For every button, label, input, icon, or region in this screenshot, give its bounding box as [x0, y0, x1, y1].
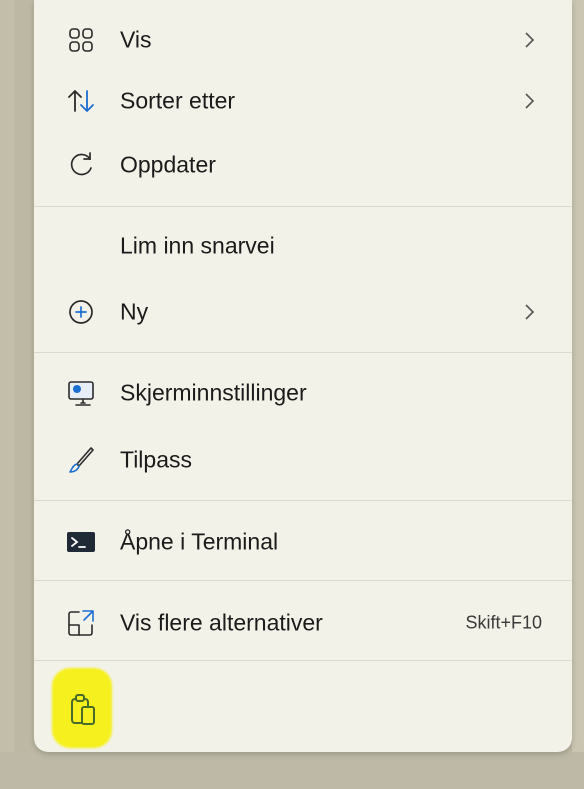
keyboard-shortcut: Skift+F10: [465, 612, 542, 633]
menu-item-label: Ny: [120, 298, 149, 325]
menu-item-label: Vis flere alternativer: [120, 609, 323, 636]
chevron-right-icon: [525, 304, 535, 320]
menu-item-label: Sorter etter: [120, 87, 236, 114]
menu-item-sorter-etter[interactable]: Sorter etter: [34, 75, 572, 127]
menu-item-label: Oppdater: [120, 151, 216, 178]
menu-item-lim-inn-snarvei[interactable]: Lim inn snarvei: [34, 220, 572, 272]
clipboard-paste-icon[interactable]: [64, 690, 104, 730]
chevron-right-icon: [525, 32, 535, 48]
menu-separator: [34, 352, 572, 353]
menu-item-vis-flere-alternativer[interactable]: Vis flere alternativer Skift+F10: [34, 597, 572, 649]
desktop-backdrop-right: [572, 0, 584, 789]
terminal-icon: [64, 525, 98, 559]
sort-arrows-icon: [64, 84, 98, 118]
menu-item-apne-i-terminal[interactable]: Åpne i Terminal: [34, 516, 572, 568]
menu-item-label: Skjerminnstillinger: [120, 379, 307, 406]
menu-item-vis[interactable]: Vis: [34, 14, 572, 66]
menu-separator: [34, 500, 572, 501]
menu-item-label: Vis: [120, 26, 152, 53]
chevron-right-icon: [525, 93, 535, 109]
desktop-backdrop-bottom: [0, 752, 584, 789]
display-settings-icon: [64, 376, 98, 410]
menu-item-label: Tilpass: [120, 446, 192, 473]
plus-circle-icon: [64, 295, 98, 329]
desktop-backdrop-left: [0, 0, 14, 789]
grid-view-icon: [64, 23, 98, 57]
menu-separator: [34, 206, 572, 207]
menu-item-skjerminnstillinger[interactable]: Skjerminnstillinger: [34, 367, 572, 419]
menu-separator: [34, 660, 572, 661]
brush-icon: [64, 443, 98, 477]
context-menu: Vis Sorter etter Oppdater Lim inn snarve…: [34, 0, 572, 752]
menu-item-oppdater[interactable]: Oppdater: [34, 139, 572, 191]
expand-options-icon: [64, 606, 98, 640]
refresh-icon: [64, 148, 98, 182]
menu-item-label: Åpne i Terminal: [120, 528, 279, 555]
menu-item-label: Lim inn snarvei: [120, 232, 275, 259]
menu-separator: [34, 580, 572, 581]
menu-item-ny[interactable]: Ny: [34, 286, 572, 338]
menu-item-tilpass[interactable]: Tilpass: [34, 434, 572, 486]
